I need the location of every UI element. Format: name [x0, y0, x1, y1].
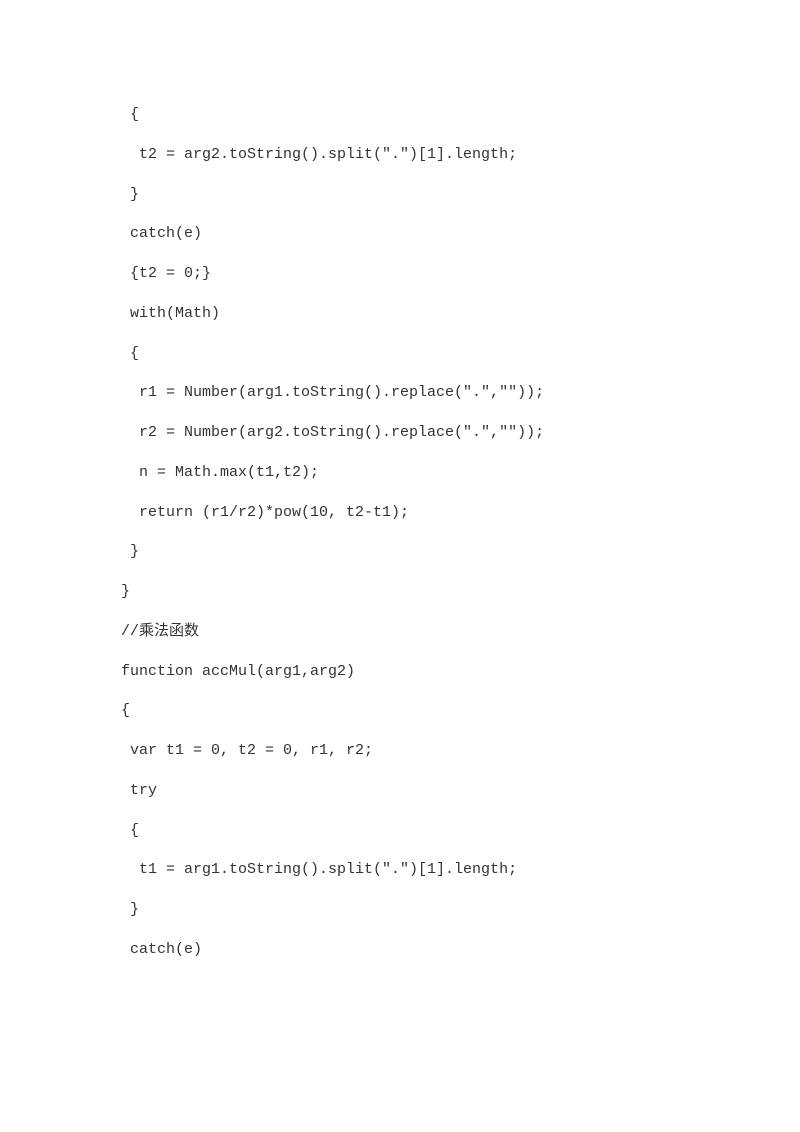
code-line: n = Math.max(t1,t2);	[112, 453, 688, 493]
code-line: {	[112, 334, 688, 374]
code-line: catch(e)	[112, 930, 688, 970]
code-line: r2 = Number(arg2.toString().replace(".",…	[112, 413, 688, 453]
code-line: try	[112, 771, 688, 811]
code-line: }	[112, 532, 688, 572]
code-line: function accMul(arg1,arg2)	[112, 652, 688, 692]
code-line: {	[112, 811, 688, 851]
code-line: {	[112, 95, 688, 135]
code-line: r1 = Number(arg1.toString().replace(".",…	[112, 373, 688, 413]
code-line: return (r1/r2)*pow(10, t2-t1);	[112, 493, 688, 533]
code-line: t1 = arg1.toString().split(".")[1].lengt…	[112, 850, 688, 890]
code-block: { t2 = arg2.toString().split(".")[1].len…	[112, 95, 688, 970]
code-line: t2 = arg2.toString().split(".")[1].lengt…	[112, 135, 688, 175]
code-line: }	[112, 175, 688, 215]
code-line: var t1 = 0, t2 = 0, r1, r2;	[112, 731, 688, 771]
code-line: with(Math)	[112, 294, 688, 334]
code-line: }	[112, 572, 688, 612]
code-line: }	[112, 890, 688, 930]
code-line: {	[112, 691, 688, 731]
code-line: //乘法函数	[112, 612, 688, 652]
code-line: {t2 = 0;}	[112, 254, 688, 294]
code-line: catch(e)	[112, 214, 688, 254]
